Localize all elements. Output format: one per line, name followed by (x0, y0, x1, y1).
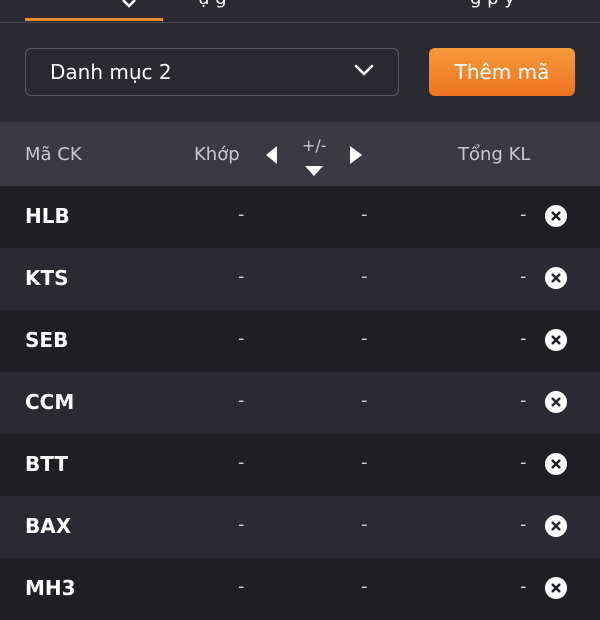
close-circle-icon[interactable] (545, 329, 567, 351)
change-value: - (361, 328, 368, 349)
volume-value: - (520, 204, 527, 225)
change-value: - (361, 204, 368, 225)
change-value: - (361, 266, 368, 287)
tab-label-partial[interactable]: g p y (470, 0, 515, 8)
close-circle-icon[interactable] (545, 205, 567, 227)
close-circle-icon[interactable] (545, 391, 567, 413)
match-value: - (238, 576, 245, 597)
portfolio-select[interactable]: Danh mục 2 (25, 48, 399, 96)
triangle-left-icon[interactable] (266, 146, 278, 164)
symbol-code: HLB (25, 204, 70, 228)
close-circle-icon[interactable] (545, 515, 567, 537)
table-row[interactable]: MH3 - - - (0, 558, 600, 620)
tab-bar: ụ g g p y (0, 0, 600, 23)
change-value: - (361, 452, 368, 473)
symbol-code: BTT (25, 452, 68, 476)
symbol-code: MH3 (25, 576, 76, 600)
triangle-right-icon[interactable] (350, 146, 362, 164)
close-circle-icon[interactable] (545, 267, 567, 289)
symbol-code: CCM (25, 390, 75, 414)
table-row[interactable]: HLB - - - (0, 186, 600, 248)
table-row[interactable]: BTT - - - (0, 434, 600, 496)
match-value: - (238, 204, 245, 225)
match-value: - (238, 452, 245, 473)
add-symbol-button[interactable]: Thêm mã (429, 48, 575, 96)
match-value: - (238, 390, 245, 411)
column-header-change[interactable]: +/- (302, 136, 327, 155)
volume-value: - (520, 266, 527, 287)
watchlist-table: HLB - - - KTS - - - SEB - - - CCM - - - … (0, 186, 600, 620)
table-row[interactable]: SEB - - - (0, 310, 600, 372)
volume-value: - (520, 576, 527, 597)
change-value: - (361, 514, 368, 535)
table-header: Mã CK Khớp +/- Tổng KL (0, 122, 600, 186)
change-value: - (361, 576, 368, 597)
sort-down-icon[interactable] (305, 166, 323, 176)
match-value: - (238, 514, 245, 535)
tab-active-indicator (25, 18, 163, 21)
volume-value: - (520, 452, 527, 473)
column-header-volume: Tổng KL (458, 144, 531, 165)
symbol-code: SEB (25, 328, 69, 352)
close-circle-icon[interactable] (545, 577, 567, 599)
table-row[interactable]: CCM - - - (0, 372, 600, 434)
table-row[interactable]: KTS - - - (0, 248, 600, 310)
symbol-code: BAX (25, 514, 72, 538)
volume-value: - (520, 514, 527, 535)
tab-label-partial[interactable]: ụ g (198, 0, 227, 8)
match-value: - (238, 328, 245, 349)
volume-value: - (520, 328, 527, 349)
match-value: - (238, 266, 245, 287)
chevron-down-icon[interactable] (122, 0, 136, 8)
symbol-code: KTS (25, 266, 69, 290)
chevron-down-icon (354, 64, 374, 76)
volume-value: - (520, 390, 527, 411)
column-header-match: Khớp (194, 144, 240, 165)
close-circle-icon[interactable] (545, 453, 567, 475)
column-header-code: Mã CK (25, 144, 82, 165)
change-value: - (361, 390, 368, 411)
portfolio-select-value: Danh mục 2 (50, 60, 172, 84)
table-row[interactable]: BAX - - - (0, 496, 600, 558)
